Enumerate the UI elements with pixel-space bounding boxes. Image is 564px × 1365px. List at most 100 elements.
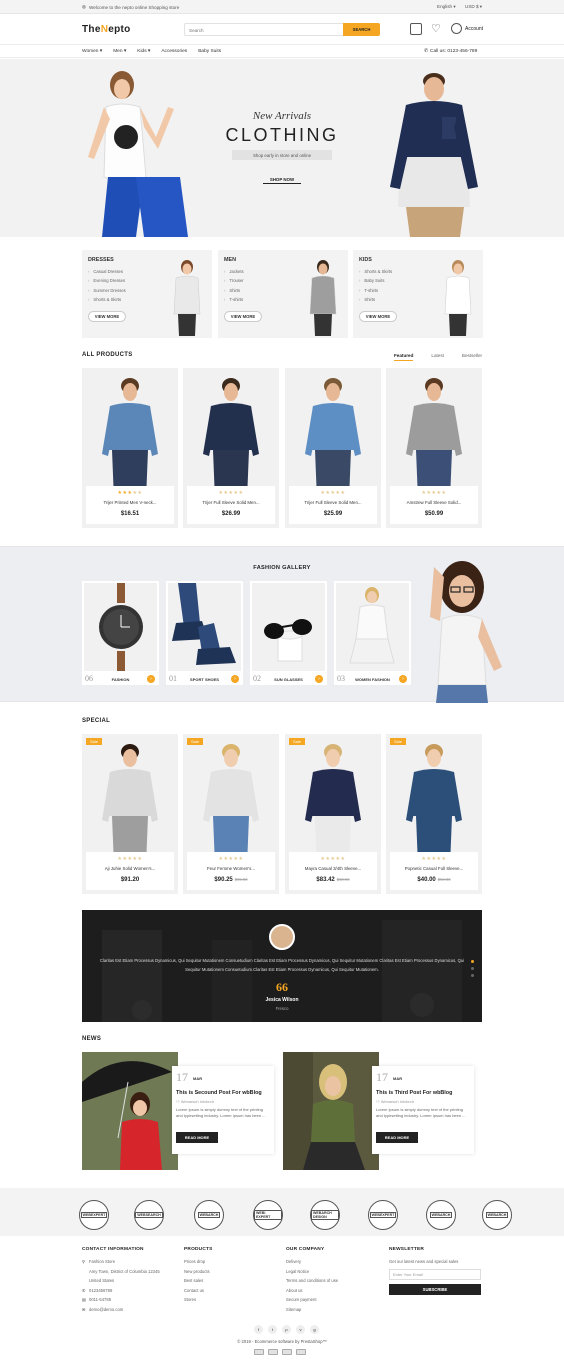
product-name[interactable]: Amstrew Full Sleeve Solid... [390, 500, 478, 505]
brand-logo[interactable]: WEBARCH [194, 1200, 224, 1230]
product-name[interactable]: Popnetic Casual Full Sleeve... [390, 866, 478, 871]
arrow-right-icon[interactable]: › [147, 675, 155, 683]
product-name[interactable]: Mayra Casual 3/4th Sleeve... [289, 866, 377, 871]
category-link[interactable]: Summer Dresses [88, 288, 125, 293]
brand-logo[interactable]: WEBSEARCH [134, 1200, 164, 1230]
footer-link[interactable]: Delivery [286, 1259, 338, 1264]
category-link[interactable]: T-shirts [359, 288, 392, 293]
search-button[interactable]: SEARCH [343, 23, 380, 36]
gallery-image[interactable] [84, 583, 157, 671]
read-more-button[interactable]: READ MORE [176, 1132, 218, 1143]
product-image[interactable] [203, 376, 259, 500]
facebook-icon[interactable]: f [254, 1325, 263, 1334]
product-name[interactable]: Trijer Full Sleeve Solid Men... [289, 500, 377, 505]
brand-logo[interactable]: WEBARCH [426, 1200, 456, 1230]
twitter-icon[interactable]: t [268, 1325, 277, 1334]
hero-banner[interactable]: New Arrivals CLOTHING Shop early in stor… [0, 59, 564, 237]
category-link[interactable]: Baby Suits [359, 278, 392, 283]
product-image[interactable] [406, 742, 462, 866]
news-image-forest[interactable] [283, 1052, 379, 1170]
product-card[interactable]: ★★★★★ Trijer Full Sleeve Solid Men... $25.… [285, 368, 381, 528]
footer-link[interactable]: Best sales [184, 1278, 213, 1283]
brand-logo[interactable]: WEBARCH [482, 1200, 512, 1230]
brand-logo[interactable]: WEBI EXPERT [253, 1200, 283, 1230]
pager-dot[interactable] [471, 960, 474, 963]
tab-latest[interactable]: Latest [431, 353, 444, 361]
arrow-right-icon[interactable]: › [231, 675, 239, 683]
currency-selector[interactable]: USD $ ▾ [465, 4, 482, 10]
category-link[interactable]: Shorts & Skirts [88, 297, 126, 302]
footer-link[interactable]: About us [286, 1288, 338, 1293]
product-name[interactable]: Aji Juhie Solid Women's... [86, 866, 174, 871]
gallery-card[interactable]: 02 SUN GLASSES › [250, 581, 327, 685]
gallery-image[interactable] [252, 583, 325, 671]
vimeo-icon[interactable]: v [296, 1325, 305, 1334]
nav-item[interactable]: Baby Suits [198, 49, 221, 54]
category-link[interactable]: Casual Dresses [88, 269, 126, 274]
category-link[interactable]: Shorts & Skirts [359, 269, 392, 274]
product-card[interactable]: Sale ★★★★★ Feur Femme Women's... $90.25 $95.… [183, 734, 279, 894]
compare-icon[interactable] [410, 23, 422, 35]
category-link[interactable]: Shirts [359, 297, 392, 302]
shop-now-button[interactable]: SHOP NOW [263, 175, 301, 184]
product-name[interactable]: Feur Femme Women's... [187, 866, 275, 871]
brand-logo[interactable]: WEBARCH DESIGN [310, 1200, 340, 1230]
arrow-right-icon[interactable]: › [315, 675, 323, 683]
pager-dot[interactable] [471, 967, 474, 970]
language-selector[interactable]: English ▾ [437, 4, 456, 10]
view-more-button[interactable]: VIEW MORE [88, 311, 126, 322]
gallery-card[interactable]: 01 SPORT SHOES › [166, 581, 243, 685]
product-card[interactable]: Sale ★★★★★ Popnetic Casual Full Sleeve... $… [386, 734, 482, 894]
gallery-card[interactable]: 06 FASHION › [82, 581, 159, 685]
product-name[interactable]: Trijer Printed Men V-neck... [86, 500, 174, 505]
footer-link[interactable]: Prices drop [184, 1259, 213, 1264]
product-card[interactable]: ★★★★★ Trijer Printed Men V-neck... $16.51 [82, 368, 178, 528]
search-input[interactable] [189, 26, 339, 34]
product-image[interactable] [102, 742, 158, 866]
footer-link[interactable]: Sitemap [286, 1307, 338, 1312]
footer-link[interactable]: Stores [184, 1297, 213, 1302]
subscribe-button[interactable]: SUBSCRIBE [389, 1283, 481, 1295]
product-name[interactable]: Trijer Full Sleeve Solid Men... [187, 500, 275, 505]
tab-bestseller[interactable]: Bestseller [462, 353, 482, 361]
post-title[interactable]: This is Third Post For wbBlog [376, 1090, 452, 1096]
account-menu[interactable]: Account [451, 23, 483, 34]
product-card[interactable]: ★★★★★ Amstrew Full Sleeve Solid... $50.99 [386, 368, 482, 528]
product-image[interactable] [203, 742, 259, 866]
nav-item[interactable]: Accessories [161, 49, 187, 54]
product-image[interactable] [102, 376, 158, 500]
nav-item[interactable]: Women ▾ [82, 49, 102, 54]
view-more-button[interactable]: VIEW MORE [224, 311, 262, 322]
brand-logo[interactable]: WEBEXPERT [368, 1200, 398, 1230]
footer-link[interactable]: Legal Notice [286, 1269, 338, 1274]
footer-link[interactable]: Terms and conditions of use [286, 1278, 338, 1283]
gallery-card[interactable]: 03 WOMEN FASHION › [334, 581, 411, 685]
pinterest-icon[interactable]: p [282, 1325, 291, 1334]
product-image[interactable] [305, 376, 361, 500]
wishlist-heart-icon[interactable]: ♡ [431, 23, 443, 35]
arrow-right-icon[interactable]: › [399, 675, 407, 683]
product-image[interactable] [305, 742, 361, 866]
post-title[interactable]: This is Secound Post For wbBlog [176, 1090, 262, 1096]
pager-dot[interactable] [471, 974, 474, 977]
news-image-umbrella[interactable] [82, 1052, 178, 1170]
nav-item[interactable]: Men ▾ [113, 49, 126, 54]
product-card[interactable]: Sale ★★★★★ Mayra Casual 3/4th Sleeve... $83… [285, 734, 381, 894]
category-link[interactable]: Trouser [224, 278, 243, 283]
read-more-button[interactable]: READ MORE [376, 1132, 418, 1143]
category-link[interactable]: Jackets [224, 269, 244, 274]
product-card[interactable]: ★★★★★ Trijer Full Sleeve Solid Men... $26.… [183, 368, 279, 528]
view-more-button[interactable]: VIEW MORE [359, 311, 397, 322]
brand-logo[interactable]: WEBEXPERT [79, 1200, 109, 1230]
footer-link[interactable]: New products [184, 1269, 213, 1274]
nav-item[interactable]: Kids ▾ [137, 49, 150, 54]
category-link[interactable]: Evening Dresses [88, 278, 126, 283]
site-logo[interactable]: TheNepto [82, 24, 131, 35]
gallery-image[interactable] [336, 583, 409, 671]
newsletter-email-input[interactable]: Enter Your Email [389, 1268, 481, 1280]
category-link[interactable]: Shirts [224, 288, 244, 293]
product-image[interactable] [406, 376, 462, 500]
footer-link[interactable]: Contact us [184, 1288, 213, 1293]
gallery-image[interactable] [168, 583, 241, 671]
product-card[interactable]: Sale ★★★★★ Aji Juhie Solid Women's... $91.2… [82, 734, 178, 894]
